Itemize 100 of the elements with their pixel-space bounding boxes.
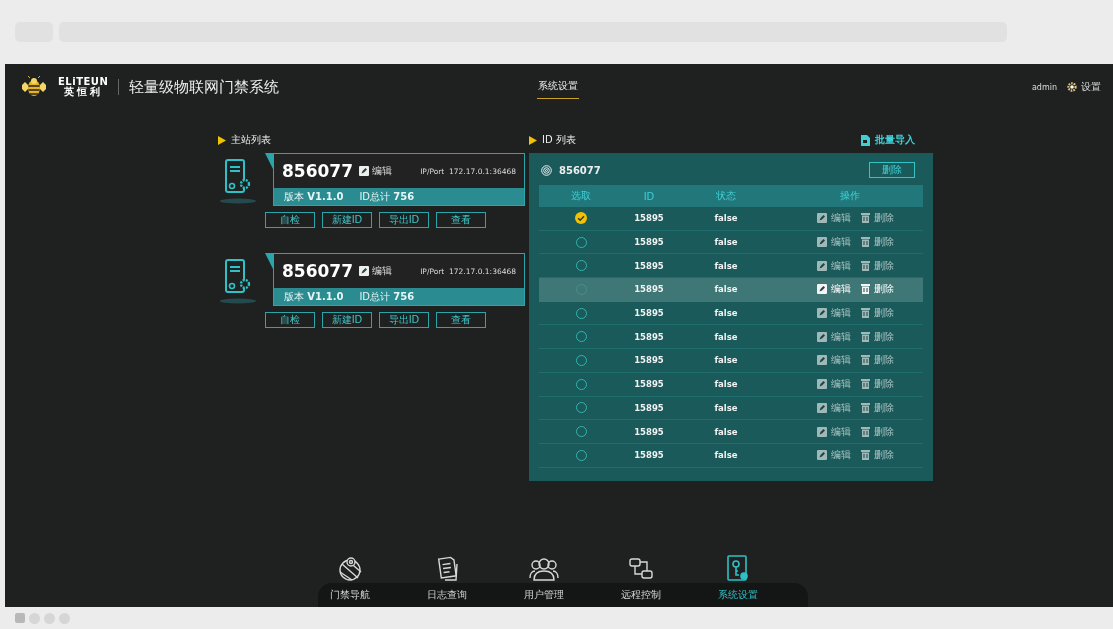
edit-icon <box>817 426 827 437</box>
section-heading: 主站列表 <box>231 133 271 147</box>
table-row[interactable]: 15895 false 编辑 删除 <box>539 372 923 397</box>
trash-icon <box>861 260 870 271</box>
delete-button[interactable]: 删除 <box>861 448 894 463</box>
nav-item[interactable]: 远程控制 <box>592 540 690 607</box>
table-row[interactable]: 15895 false 编辑 删除 <box>539 420 923 444</box>
delete-button[interactable]: 删除 <box>861 353 894 368</box>
delete-button[interactable]: 删除 <box>861 211 894 226</box>
trash-icon <box>861 379 870 390</box>
table-cell-text: 15895 <box>633 379 665 390</box>
edit-button[interactable]: 编辑 <box>817 258 851 273</box>
edit-button[interactable]: 编辑 <box>817 353 851 368</box>
edit-icon <box>359 166 369 176</box>
table-cell-text: false <box>713 308 739 319</box>
table-cell-text: 15895 <box>633 260 665 271</box>
action-button[interactable]: 查看 <box>436 312 486 328</box>
action-button[interactable]: 查看 <box>436 212 486 228</box>
triangle-icon <box>218 135 226 145</box>
column-header: ID <box>642 190 656 202</box>
import-button[interactable]: 批量导入 <box>861 133 915 147</box>
section-heading: ID 列表 <box>542 133 576 147</box>
delete-button[interactable]: 删除 <box>861 258 894 273</box>
station-code: 856077 <box>282 161 353 181</box>
table-row[interactable]: 15895 false 编辑 删除 <box>539 349 923 373</box>
table-cell-text: 15895 <box>633 237 665 248</box>
delete-button[interactable]: 删除 <box>861 306 894 321</box>
action-button[interactable]: 自检 <box>265 212 315 228</box>
edit-button[interactable]: 编辑 <box>817 400 851 415</box>
delete-button[interactable]: 删除 <box>861 235 894 250</box>
action-button[interactable]: 自检 <box>265 312 315 328</box>
action-button[interactable]: 新建ID <box>322 312 372 328</box>
version-text: 版本 V1.1.0 <box>284 189 344 204</box>
edit-button[interactable]: 编辑 <box>817 282 851 297</box>
delete-button[interactable]: 删除 <box>861 424 894 439</box>
edit-icon <box>817 284 827 295</box>
action-button[interactable]: 新建ID <box>322 212 372 228</box>
action-button[interactable]: 导出ID <box>379 312 429 328</box>
users-icon <box>529 556 559 582</box>
column-header: 选取 <box>570 189 592 203</box>
column-header: 状态 <box>715 189 737 203</box>
table-cell-text: false <box>713 402 739 413</box>
edit-button[interactable]: 编辑 <box>817 448 851 463</box>
edit-button[interactable]: 编辑 <box>359 164 392 178</box>
nav-item[interactable]: 系统设置 <box>689 540 787 607</box>
edit-icon <box>817 213 827 224</box>
flow-icon <box>628 556 654 582</box>
table-cell-text: false <box>713 284 739 295</box>
edit-button[interactable]: 编辑 <box>817 329 851 344</box>
square-icon <box>15 613 25 623</box>
user-name: admin <box>1031 82 1057 92</box>
edit-button[interactable]: 编辑 <box>817 377 851 392</box>
brand-name: ELiTEUN <box>58 77 109 87</box>
table-row[interactable]: 15895 false 编辑 删除 <box>539 301 923 326</box>
trash-icon <box>861 450 870 461</box>
table-cell-text: 15895 <box>633 355 665 366</box>
table-cell-text: 15895 <box>633 450 665 461</box>
edit-button[interactable]: 编辑 <box>817 424 851 439</box>
nav-item[interactable]: 门禁导航 <box>301 540 399 607</box>
settings-button[interactable]: 设置 <box>1067 80 1101 94</box>
app-title: 轻量级物联网门禁系统 <box>129 77 280 97</box>
edit-icon <box>359 266 369 276</box>
table-row[interactable]: 15895 false 编辑 删除 <box>539 230 923 255</box>
delete-button[interactable]: 删除 <box>861 329 894 344</box>
edit-button[interactable]: 编辑 <box>817 306 851 321</box>
trash-icon <box>861 402 870 413</box>
table-row[interactable]: 15895 false 编辑 删除 <box>539 396 923 421</box>
table-row[interactable]: 15895 false 编辑 删除 <box>539 278 923 302</box>
delete-button[interactable]: 删除 <box>869 162 915 178</box>
table-cell-text: false <box>713 355 739 366</box>
delete-button[interactable]: 删除 <box>861 377 894 392</box>
action-button[interactable]: 导出ID <box>379 212 429 228</box>
table-cell-text: 15895 <box>633 402 665 413</box>
trash-icon <box>861 426 870 437</box>
edit-button[interactable]: 编辑 <box>817 211 851 226</box>
nav-item[interactable]: 日志查询 <box>398 540 496 607</box>
trash-icon <box>861 213 870 224</box>
header-tab[interactable]: 系统设置 <box>537 75 580 99</box>
edit-icon <box>817 379 827 390</box>
delete-button[interactable]: 删除 <box>861 400 894 415</box>
table-cell-text: false <box>713 260 739 271</box>
bee-logo-icon <box>20 76 48 98</box>
id-count-text: ID总计 756 <box>359 289 415 304</box>
table-cell-text: false <box>713 331 739 342</box>
table-cell-text: 15895 <box>633 426 665 437</box>
table-row[interactable]: 15895 false 编辑 删除 <box>539 207 923 231</box>
table-cell-text: 15895 <box>633 308 665 319</box>
edit-button[interactable]: 编辑 <box>817 235 851 250</box>
nav-item[interactable]: 用户管理 <box>495 540 593 607</box>
id-count-text: ID总计 756 <box>359 189 415 204</box>
table-row[interactable]: 15895 false 编辑 删除 <box>539 443 923 468</box>
edit-button[interactable]: 编辑 <box>359 264 392 278</box>
edit-icon <box>817 402 827 413</box>
edit-icon <box>817 331 827 342</box>
table-cell-text: false <box>713 379 739 390</box>
row-checkbox[interactable] <box>575 212 587 225</box>
table-cell-text: 15895 <box>633 284 665 295</box>
edit-icon <box>817 237 827 248</box>
table-row[interactable]: 15895 false 编辑 删除 <box>539 325 923 350</box>
delete-button[interactable]: 删除 <box>861 282 894 297</box>
